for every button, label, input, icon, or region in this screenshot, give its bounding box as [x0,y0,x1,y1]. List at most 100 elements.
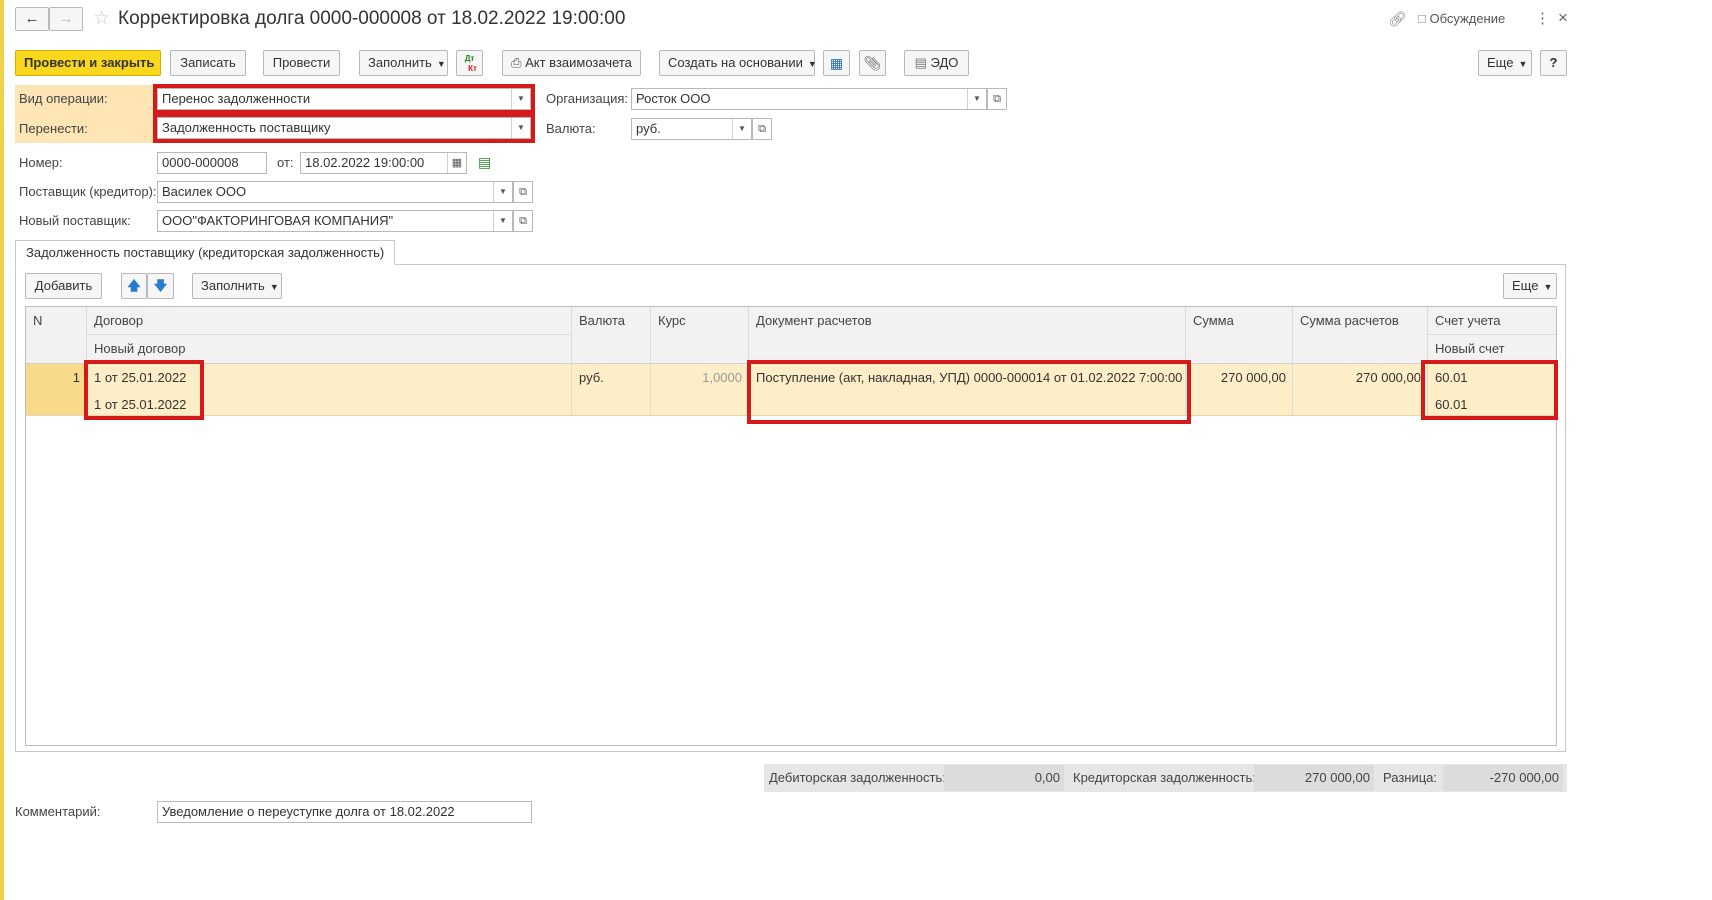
edo-icon: ▤ [914,55,927,70]
header-new-contract[interactable]: Новый договор [94,341,185,356]
header-subline [1428,334,1556,335]
cell-settlement-sum[interactable]: 270 000,00 [1292,370,1421,385]
debit-value: 0,00 [944,765,1064,791]
new-supplier-value: ООО"ФАКТОРИНГОВАЯ КОМПАНИЯ" [162,213,394,228]
move-up-button[interactable]: 🡅 [121,273,147,299]
dt-kt-icon: Дт Кт [464,54,477,73]
attach-button[interactable]: 📎︎ [859,50,886,76]
cell-sum[interactable]: 270 000,00 [1185,370,1286,385]
arrow-right-icon: → [58,10,74,27]
cell-settlement-doc[interactable]: Поступление (акт, накладная, УПД) 0000-0… [756,370,1182,385]
chevron-down-icon[interactable]: ▼ [493,211,512,231]
cell-currency[interactable]: руб. [579,370,604,385]
arrow-up-icon: 🡅 [127,278,141,293]
arrow-left-icon: ← [24,10,40,27]
fill-dropdown-button[interactable]: Заполнить ▼ [359,50,448,76]
currency-select[interactable]: руб. ▼ [631,118,752,140]
header-settlement-doc[interactable]: Документ расчетов [756,313,872,328]
chevron-down-icon[interactable]: ▼ [511,89,530,109]
cell-rate[interactable]: 1,0000 [650,370,742,385]
more-label: Еще [1487,55,1514,70]
table-more-label: Еще [1512,278,1539,293]
header-account[interactable]: Счет учета [1435,313,1501,328]
act-mutual-offset-button[interactable]: ⎙ Акт взаимозачета [502,50,641,76]
help-button[interactable]: ? [1540,50,1567,76]
number-field[interactable]: 0000-000008 [157,152,267,174]
post-button[interactable]: Провести [263,50,340,76]
date-field[interactable]: 18.02.2022 19:00:00 ▦ [300,152,467,174]
date-value: 18.02.2022 19:00:00 [305,155,425,170]
header-rate[interactable]: Курс [658,313,686,328]
transfer-label: Перенести: [19,121,88,136]
chevron-down-icon: ▼ [1518,59,1528,69]
new-supplier-label: Новый поставщик: [19,213,131,228]
close-icon[interactable]: × [1558,8,1568,28]
save-button[interactable]: Записать [170,50,246,76]
column-divider [86,307,87,415]
header-sum[interactable]: Сумма [1193,313,1234,328]
cell-contract[interactable]: 1 от 25.01.2022 [94,370,186,385]
tab-creditor-debt[interactable]: Задолженность поставщику (кредиторская з… [15,240,396,265]
number-label: Номер: [19,155,63,170]
more-button[interactable]: Еще ▼ [1478,50,1532,76]
column-divider [1185,307,1186,415]
chevron-down-icon[interactable]: ▼ [967,89,986,109]
header-currency[interactable]: Валюта [579,313,625,328]
supplier-label: Поставщик (кредитор): [19,184,157,199]
table-fill-label: Заполнить [201,278,265,293]
create-based-on-button[interactable]: Создать на основании ▼ [659,50,817,76]
star-icon[interactable]: ☆ [93,7,110,30]
cell-new-account[interactable]: 60.01 [1435,397,1468,412]
credit-value: 270 000,00 [1254,765,1374,791]
link-icon[interactable]: 🔗︎ [1388,10,1407,28]
cell-new-contract[interactable]: 1 от 25.01.2022 [94,397,186,412]
new-supplier-select[interactable]: ООО"ФАКТОРИНГОВАЯ КОМПАНИЯ" ▼ [157,210,513,232]
open-organization-button[interactable]: ⧉ [987,88,1007,110]
header-settlement-sum[interactable]: Сумма расчетов [1300,313,1399,328]
chevron-down-icon[interactable]: ▼ [511,118,530,138]
column-divider [1292,307,1293,415]
table-more-button[interactable]: Еще ▼ [1503,273,1557,299]
operation-value: Перенос задолженности [162,91,311,106]
table-fill-button[interactable]: Заполнить ▼ [192,273,282,299]
header-subline [87,334,571,335]
page-title: Корректировка долга 0000-000008 от 18.02… [118,8,626,29]
supplier-select[interactable]: Василек ООО ▼ [157,181,513,203]
chevron-down-icon[interactable]: ▼ [732,119,751,139]
comment-field[interactable]: Уведомление о переуступке долга от 18.02… [157,801,532,823]
cell-account[interactable]: 60.01 [1435,370,1468,385]
post-and-close-button[interactable]: Провести и закрыть [15,50,161,76]
add-row-button[interactable]: Добавить [25,273,102,299]
operation-select[interactable]: Перенос задолженности ▼ [157,88,531,110]
open-currency-button[interactable]: ⧉ [752,118,772,140]
organization-value: Росток ООО [636,91,711,106]
paperclip-icon: 📎︎ [863,55,882,71]
header-new-account[interactable]: Новый счет [1435,341,1505,356]
open-new-supplier-button[interactable]: ⧉ [513,210,533,232]
forward-button[interactable]: → [49,7,83,31]
operation-label: Вид операции: [19,91,108,106]
back-button[interactable]: ← [15,7,49,31]
chevron-down-icon: ▼ [807,59,817,69]
organization-select[interactable]: Росток ООО ▼ [631,88,987,110]
date-label: от: [277,155,294,170]
move-down-button[interactable]: 🡇 [147,273,174,299]
header-n[interactable]: N [33,313,42,328]
edo-label: ЭДО [930,55,959,70]
structure-icon: ▦ [829,55,844,71]
transfer-select[interactable]: Задолженность поставщику ▼ [157,117,531,139]
edo-button[interactable]: ▤ ЭДО [904,50,969,76]
discussion-button[interactable]: □ Обсуждение [1418,11,1505,26]
column-divider [650,307,651,415]
chevron-down-icon: ▼ [436,59,446,69]
menu-dots-icon[interactable]: ⋮ [1535,9,1550,27]
calendar-icon[interactable]: ▦ [447,153,466,173]
comment-label: Комментарий: [15,804,101,819]
dt-kt-button[interactable]: Дт Кт [456,50,483,76]
cell-n: 1 [72,370,80,385]
chevron-down-icon[interactable]: ▼ [493,182,512,202]
open-supplier-button[interactable]: ⧉ [513,181,533,203]
print-list-icon[interactable]: ▤ [478,154,491,171]
header-contract[interactable]: Договор [94,313,143,328]
structure-button[interactable]: ▦ [823,50,850,76]
